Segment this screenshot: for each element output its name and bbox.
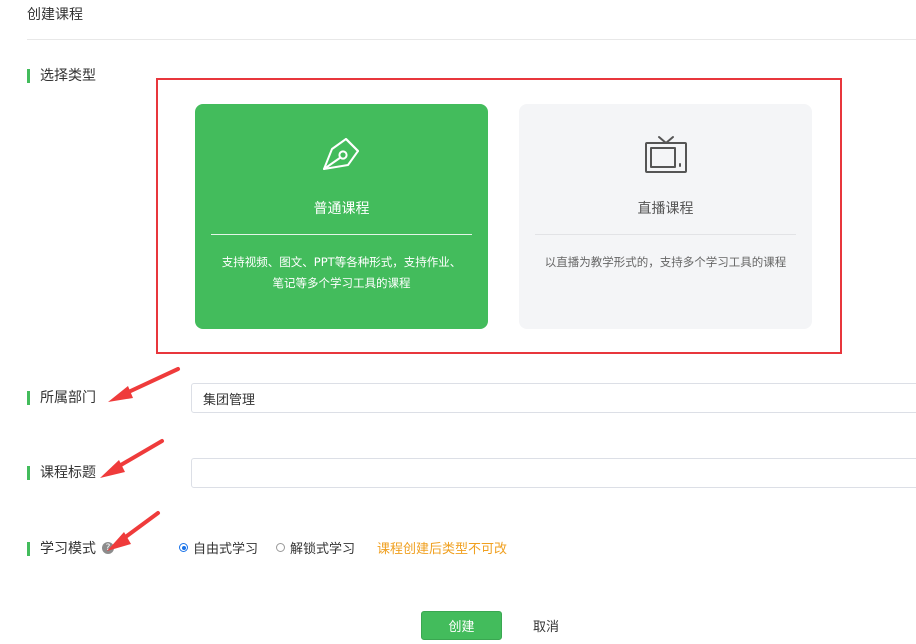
card-description: 以直播为教学形式的，支持多个学习工具的课程 xyxy=(544,255,787,269)
course-type-label: 选择类型 xyxy=(27,68,96,84)
create-button[interactable]: 创建 xyxy=(421,611,502,640)
radio-unchecked-icon[interactable] xyxy=(276,543,286,552)
card-divider xyxy=(211,234,472,235)
cancel-button[interactable]: 取消 xyxy=(522,611,570,640)
radio-unlock-study[interactable]: 解锁式学习 xyxy=(276,538,355,557)
create-course-page: 创建课程 选择类型 普通课程 支持视频、图文、PPT等各种形式，支持作业、 笔记… xyxy=(0,0,916,644)
card-title: 普通课程 xyxy=(313,201,370,217)
course-type-card-normal[interactable]: 普通课程 支持视频、图文、PPT等各种形式，支持作业、 笔记等多个学习工具的课程 xyxy=(195,104,488,329)
page-title: 创建课程 xyxy=(27,7,83,23)
arrow-annotation-icon xyxy=(107,511,160,551)
department-input[interactable] xyxy=(191,383,916,413)
study-mode-radio-group: 自由式学习 解锁式学习 课程创建后类型不可改 xyxy=(179,538,507,557)
card-description: 支持视频、图文、PPT等各种形式，支持作业、 笔记等多个学习工具的课程 xyxy=(221,255,462,290)
course-title-input[interactable] xyxy=(191,458,916,488)
study-mode-note: 课程创建后类型不可改 xyxy=(377,542,508,557)
course-type-card-live[interactable]: 直播课程 以直播为教学形式的，支持多个学习工具的课程 xyxy=(519,104,812,329)
course-title-label: 课程标题 xyxy=(27,465,96,481)
title-divider xyxy=(27,39,916,40)
radio-free-study[interactable]: 自由式学习 xyxy=(179,538,258,557)
arrow-annotation-icon xyxy=(108,367,180,402)
arrow-annotation-icon xyxy=(100,439,164,478)
radio-checked-icon[interactable] xyxy=(179,543,188,552)
pen-nib-icon xyxy=(320,134,364,178)
department-label: 所属部门 xyxy=(27,390,96,406)
tv-icon xyxy=(643,134,689,180)
card-title: 直播课程 xyxy=(637,201,694,217)
card-divider xyxy=(535,234,796,235)
